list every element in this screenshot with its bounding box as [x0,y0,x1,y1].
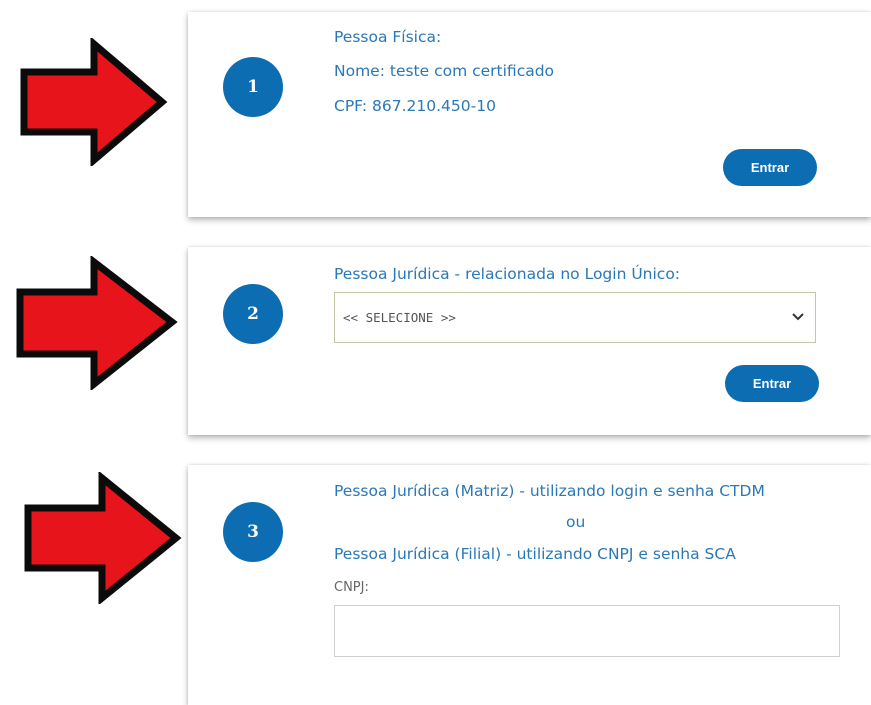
entrar-button-1[interactable]: Entrar [723,149,817,186]
card3-or: ou [566,513,586,531]
company-select[interactable]: << SELECIONE >> [334,292,816,343]
cnpj-input[interactable] [334,605,840,657]
card-pessoa-juridica: 2 Pessoa Jurídica - relacionada no Login… [188,247,871,435]
chevron-down-icon [792,313,804,321]
step-badge-1: 1 [223,57,283,117]
step-badge-3: 3 [223,502,283,562]
card1-name: Nome: teste com certificado [334,62,555,80]
company-select-value: << SELECIONE >> [343,310,456,325]
card-pessoa-juridica-ctdm: 3 Pessoa Jurídica (Matriz) - utilizando … [188,465,871,705]
card3-line2: Pessoa Jurídica (Filial) - utilizando CN… [334,545,736,563]
right-arrow-icon [16,256,178,390]
card1-title: Pessoa Física: [334,28,442,46]
card3-line1: Pessoa Jurídica (Matriz) - utilizando lo… [334,482,765,500]
right-arrow-icon [20,38,168,166]
card1-cpf: CPF: 867.210.450-10 [334,97,496,115]
card-pessoa-fisica: 1 Pessoa Física: Nome: teste com certifi… [188,12,871,217]
cnpj-label: CNPJ: [334,580,369,595]
card2-title: Pessoa Jurídica - relacionada no Login Ú… [334,265,681,283]
entrar-button-2[interactable]: Entrar [725,365,819,402]
step-badge-2: 2 [223,284,283,344]
right-arrow-icon [24,472,182,604]
